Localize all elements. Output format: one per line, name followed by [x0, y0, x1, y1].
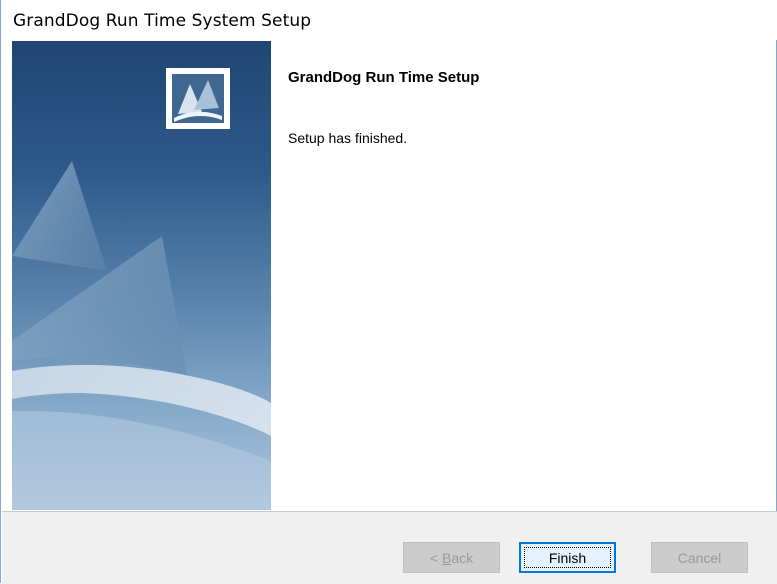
- page-heading: GrandDog Run Time Setup: [288, 69, 480, 86]
- setup-logo-icon: [172, 74, 224, 123]
- title-bar: GrandDog Run Time System Setup: [1, 0, 777, 40]
- setup-window: GrandDog Run Time System Setup GrandDog …: [0, 0, 777, 584]
- back-button-mnemonic: B: [441, 549, 452, 566]
- cancel-button[interactable]: Cancel: [651, 542, 748, 573]
- setup-logo: [166, 68, 230, 129]
- back-button-prefix: <: [429, 549, 442, 566]
- cancel-button-label: Cancel: [677, 549, 722, 566]
- back-button-label: ack: [451, 549, 474, 566]
- sail-tent-graphic-icon: [12, 161, 271, 510]
- side-banner: [12, 41, 271, 510]
- finish-button[interactable]: Finish: [519, 542, 616, 573]
- focus-rectangle: [524, 547, 611, 568]
- back-button[interactable]: < Back: [403, 542, 500, 573]
- window-title: GrandDog Run Time System Setup: [13, 11, 312, 31]
- status-message: Setup has finished.: [288, 130, 408, 146]
